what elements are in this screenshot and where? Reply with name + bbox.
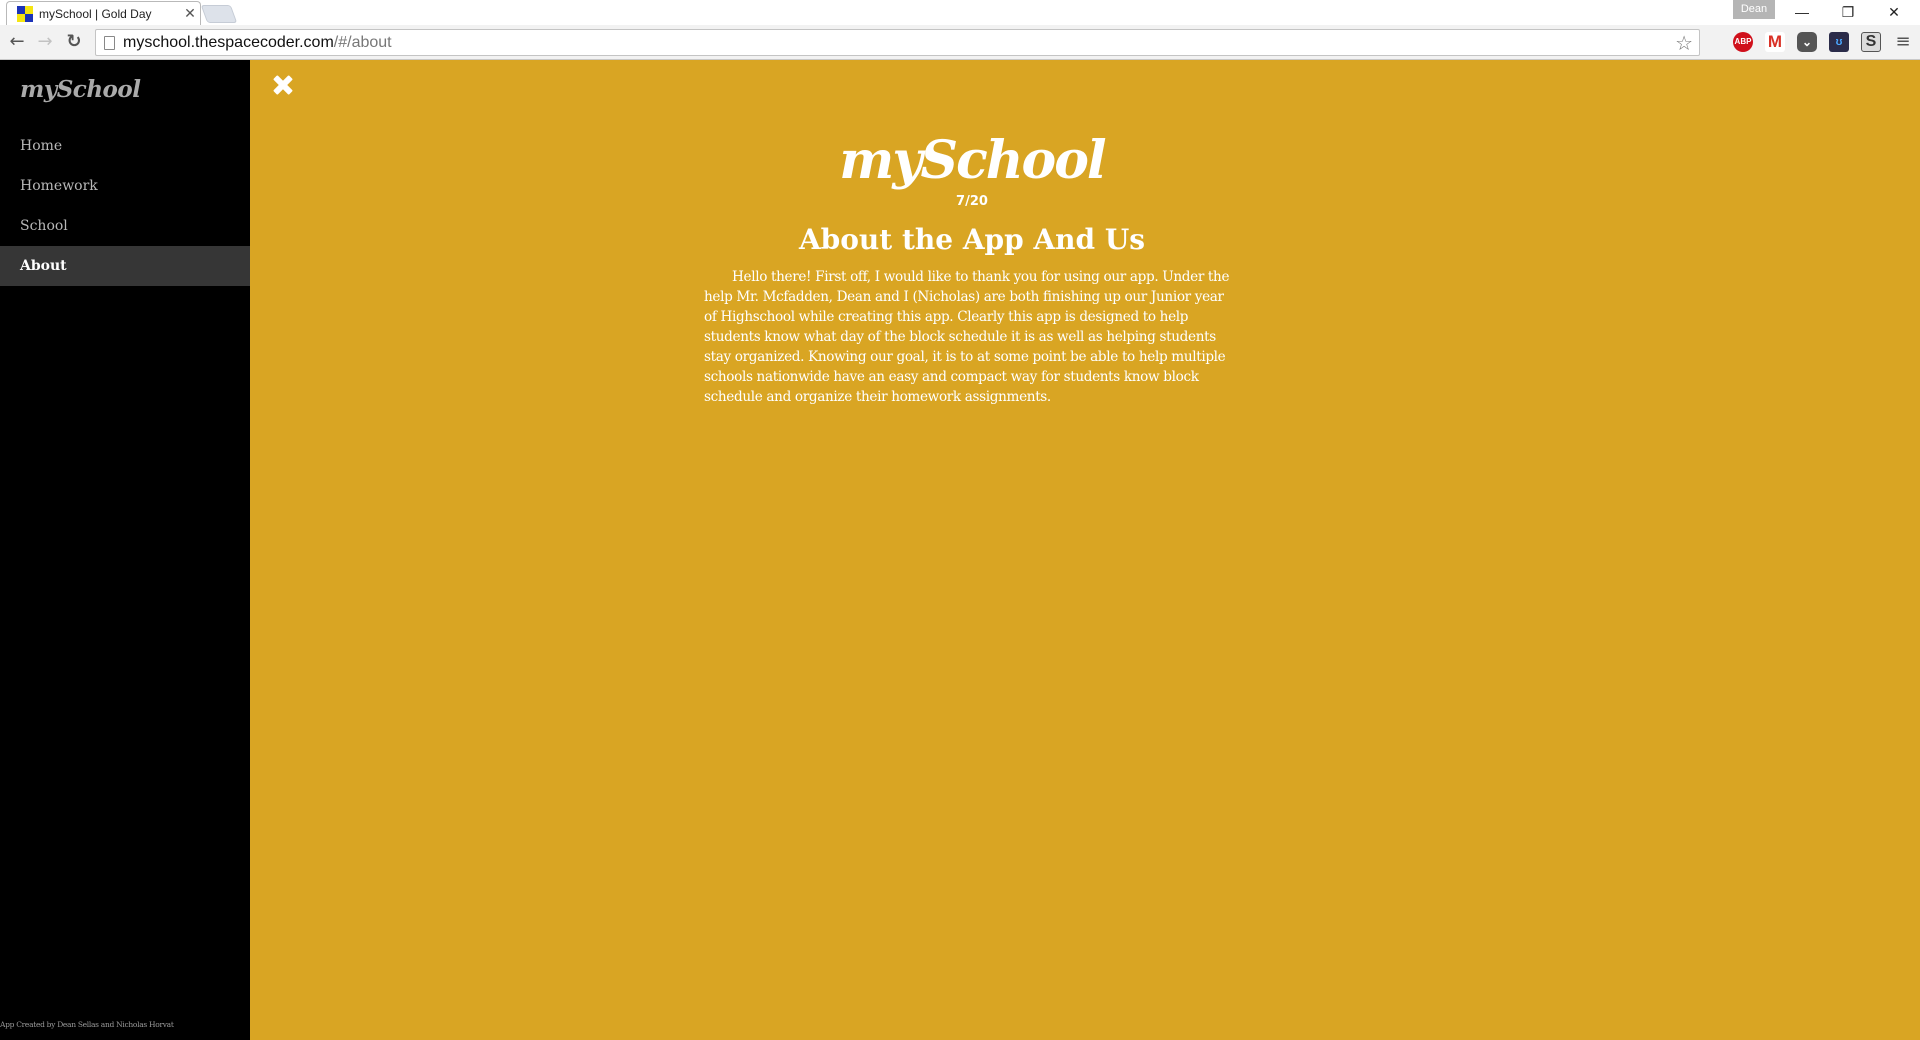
tab-title: mySchool | Gold Day [39, 6, 152, 21]
minimize-button[interactable]: — [1780, 0, 1824, 24]
close-menu-icon[interactable] [272, 74, 294, 96]
adblock-plus-icon[interactable]: ABP [1733, 32, 1753, 52]
page-title: About the App And Us [798, 223, 1146, 256]
browser-toolbar: ← → ↻ myschool.thespacecoder.com /#/abou… [0, 25, 1920, 60]
sidebar-item-homework[interactable]: Homework [0, 166, 250, 206]
url-path: /#/about [333, 33, 392, 51]
browser-titlebar: mySchool | Gold Day ✕ Dean — ❐ ✕ [0, 0, 1920, 25]
date-label: 7/20 [956, 194, 988, 209]
gmail-icon[interactable]: M [1765, 32, 1785, 52]
bookmark-star-icon[interactable]: ☆ [1675, 31, 1693, 55]
sidebar-item-school[interactable]: School [0, 206, 250, 246]
restore-button[interactable]: ❐ [1826, 0, 1870, 24]
chrome-menu-icon[interactable]: ≡ [1893, 31, 1913, 53]
about-paragraph: Hello there! First off, I would like to … [704, 269, 1230, 405]
sidebar-brand[interactable]: mySchool [20, 76, 141, 103]
sidebar-item-about[interactable]: About [0, 246, 250, 286]
sidebar: mySchool Home Homework School About App … [0, 60, 250, 1040]
browser-tab[interactable]: mySchool | Gold Day ✕ [6, 1, 201, 25]
about-content: mySchool 7/20 About the App And Us Hello… [704, 130, 1240, 407]
sidebar-nav: Home Homework School About [0, 126, 250, 286]
s-extension-icon[interactable]: S [1861, 32, 1881, 52]
favicon-icon [17, 5, 33, 22]
reload-icon[interactable]: ↻ [62, 31, 86, 55]
address-bar[interactable]: myschool.thespacecoder.com /#/about ☆ [95, 29, 1700, 56]
url-host: myschool.thespacecoder.com [123, 33, 334, 51]
sidebar-item-home[interactable]: Home [0, 126, 250, 166]
window-close-button[interactable]: ✕ [1872, 0, 1916, 24]
new-tab-button[interactable] [200, 5, 238, 23]
tab-close-icon[interactable]: ✕ [180, 5, 200, 22]
pocket-icon[interactable]: ⌄ [1797, 32, 1817, 52]
profile-button[interactable]: Dean [1733, 0, 1775, 19]
back-arrow-icon[interactable]: ← [5, 31, 29, 55]
credit-text: App Created by Dean Sellas and Nicholas … [0, 1020, 174, 1029]
app-logo: mySchool [839, 130, 1106, 191]
page-icon [104, 35, 115, 50]
page: mySchool Home Homework School About App … [0, 60, 1920, 1040]
forward-arrow-icon[interactable]: → [33, 31, 57, 55]
u-extension-icon[interactable]: ʊ [1829, 32, 1849, 52]
